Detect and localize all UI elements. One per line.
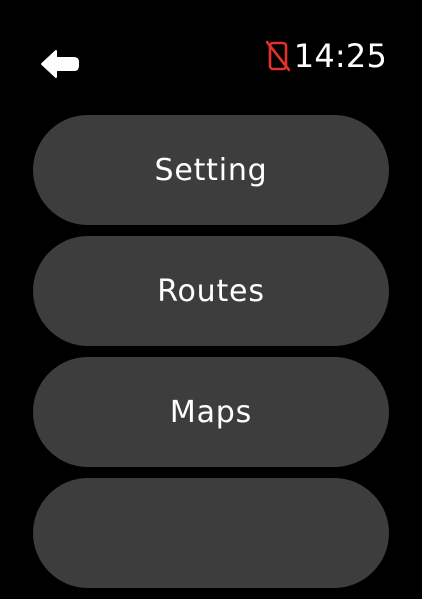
status-bar: 14:25 xyxy=(0,0,422,100)
setting-button-label: Setting xyxy=(154,152,268,188)
phone-disconnected-icon xyxy=(265,40,290,72)
main-menu: Setting Routes Maps xyxy=(33,115,389,599)
back-button[interactable] xyxy=(38,45,82,83)
back-arrow-icon xyxy=(41,50,79,78)
status-time: 14:25 xyxy=(293,37,387,75)
routes-button[interactable]: Routes xyxy=(33,236,389,346)
maps-button[interactable]: Maps xyxy=(33,357,389,467)
maps-button-label: Maps xyxy=(169,394,253,430)
status-area: 14:25 xyxy=(265,37,387,75)
routes-button-label: Routes xyxy=(157,273,265,309)
partial-menu-button[interactable] xyxy=(33,478,389,588)
setting-button[interactable]: Setting xyxy=(33,115,389,225)
